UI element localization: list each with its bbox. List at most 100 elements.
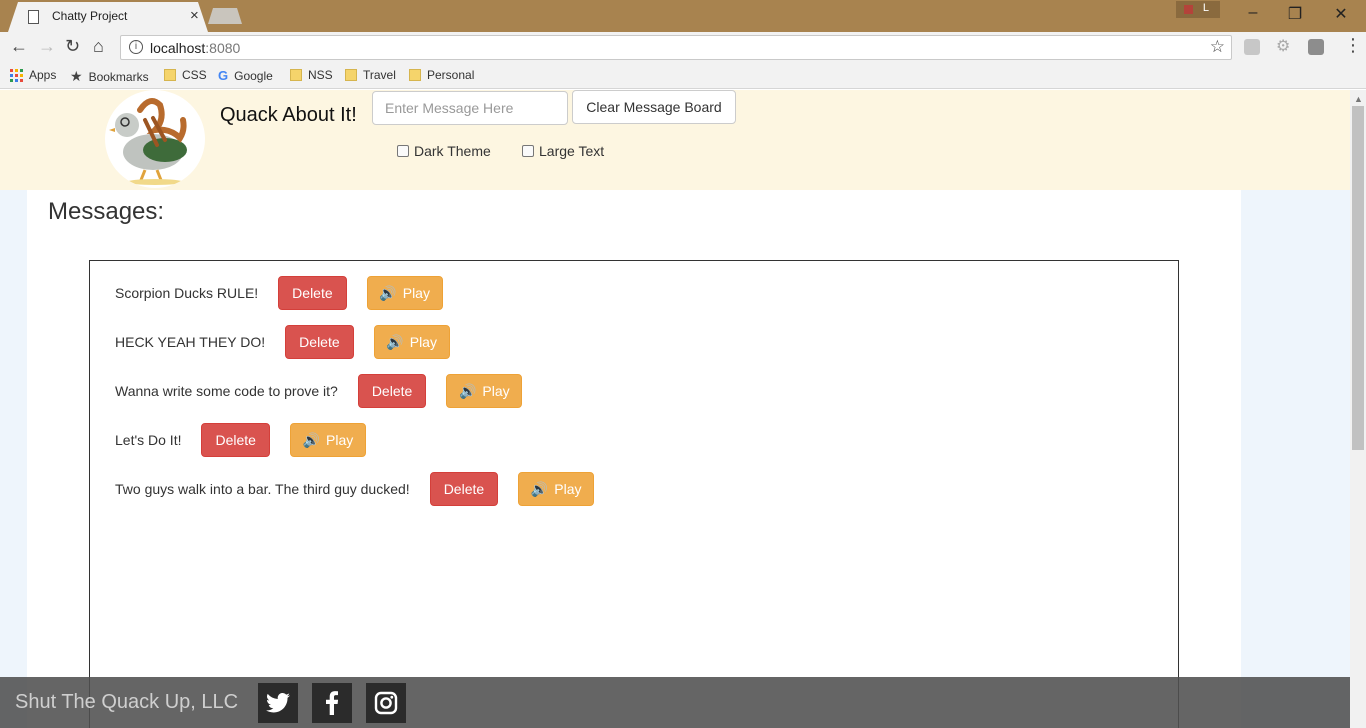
bookmarks-bar: Apps ★ Bookmarks CSS G Google NSS Travel… [0, 62, 1366, 89]
message-row: HECK YEAH THEY DO! Delete 🔊 Play [115, 325, 450, 359]
facebook-icon [326, 691, 338, 715]
dark-theme-checkbox[interactable]: Dark Theme [397, 143, 491, 159]
page-scrollbar[interactable]: ▲ [1350, 90, 1366, 728]
play-label: Play [554, 481, 582, 497]
bookmark-star-icon[interactable]: ☆ [1210, 37, 1225, 57]
play-label: Play [326, 432, 354, 448]
message-text: HECK YEAH THEY DO! [115, 334, 266, 350]
twitter-link[interactable] [258, 683, 298, 723]
play-button[interactable]: 🔊 Play [446, 374, 523, 408]
reload-icon[interactable]: ↻ [65, 36, 80, 57]
url-host: localhost [150, 40, 206, 56]
instagram-icon [374, 691, 398, 715]
menu-kebab-icon[interactable]: ⋮ [1344, 35, 1362, 56]
tab-close-icon[interactable]: × [190, 7, 199, 24]
bookmark-travel[interactable]: Travel [345, 68, 396, 82]
page-icon [28, 10, 39, 24]
play-label: Play [409, 334, 437, 350]
bookmark-nss[interactable]: NSS [290, 68, 333, 82]
forward-icon[interactable]: → [38, 36, 56, 57]
speaker-icon: 🔊 [458, 382, 477, 399]
extension-g-icon[interactable] [1244, 39, 1260, 55]
info-icon[interactable]: i [129, 40, 143, 54]
bookmark-label: Google [234, 68, 273, 83]
message-input[interactable] [372, 91, 568, 125]
bookmark-apps[interactable]: Apps [10, 68, 56, 82]
apps-grid-icon [10, 68, 23, 82]
extension-icon[interactable] [1308, 39, 1324, 55]
browser-tab[interactable]: Chatty Project × [8, 2, 208, 32]
play-button[interactable]: 🔊 Play [289, 423, 366, 457]
bookmark-google[interactable]: G Google [218, 68, 273, 83]
checkbox-box[interactable] [522, 145, 534, 157]
profile-flag-icon [1184, 5, 1193, 14]
new-tab-button[interactable] [208, 8, 242, 24]
checkbox-label: Dark Theme [414, 143, 491, 159]
bookmark-label: CSS [182, 68, 207, 82]
speaker-icon: 🔊 [302, 431, 321, 448]
scroll-up-icon[interactable]: ▲ [1354, 94, 1363, 104]
checkbox-label: Large Text [539, 143, 605, 159]
folder-icon [290, 69, 302, 81]
star-icon: ★ [70, 68, 83, 84]
browser-toolbar: ← → ↻ ⌂ i localhost:8080 ☆ ⚙ ⋮ [0, 32, 1366, 62]
bookmark-label: Personal [427, 68, 475, 82]
duck-logo [105, 90, 205, 188]
profile-button[interactable]: L [1176, 1, 1220, 18]
delete-button[interactable]: Delete [278, 276, 347, 310]
profile-initial: L [1202, 2, 1209, 14]
message-board: Scorpion Ducks RULE! Delete 🔊 Play HECK Y… [89, 260, 1179, 728]
bookmark-bookmarks[interactable]: ★ Bookmarks [70, 68, 149, 85]
bookmark-label: Bookmarks [88, 69, 149, 84]
scroll-thumb[interactable] [1352, 106, 1364, 450]
bookmark-label: NSS [308, 68, 333, 82]
bookmark-personal[interactable]: Personal [409, 68, 474, 82]
play-label: Play [402, 285, 430, 301]
play-button[interactable]: 🔊 Play [373, 325, 450, 359]
large-text-checkbox[interactable]: Large Text [522, 143, 604, 159]
back-icon[interactable]: ← [10, 36, 28, 57]
minimize-icon[interactable]: – [1230, 4, 1276, 22]
message-row: Two guys walk into a bar. The third guy … [115, 472, 595, 506]
play-label: Play [482, 383, 510, 399]
main-content: Messages: Scorpion Ducks RULE! Delete 🔊 P… [27, 190, 1241, 728]
tab-title: Chatty Project [52, 9, 128, 23]
messages-heading: Messages: [48, 198, 165, 225]
instagram-link[interactable] [366, 683, 406, 723]
folder-icon [345, 69, 357, 81]
message-text: Let's Do It! [115, 432, 182, 448]
site-header: Quack About It! Clear Message Board Dark… [0, 90, 1350, 190]
address-bar[interactable]: i localhost:8080 ☆ [120, 35, 1232, 60]
folder-icon [164, 69, 176, 81]
site-footer: Shut The Quack Up, LLC [0, 677, 1350, 728]
url-text[interactable]: localhost:8080 [150, 40, 240, 56]
clear-message-board-button[interactable]: Clear Message Board [572, 90, 736, 124]
bookmark-label: Apps [29, 68, 57, 82]
google-icon: G [218, 68, 229, 83]
delete-button[interactable]: Delete [201, 423, 270, 457]
message-row: Scorpion Ducks RULE! Delete 🔊 Play [115, 276, 443, 310]
speaker-icon: 🔊 [379, 284, 397, 301]
play-button[interactable]: 🔊 Play [366, 276, 443, 310]
twitter-icon [266, 693, 290, 713]
message-text: Wanna write some code to prove it? [115, 383, 338, 399]
window-close-icon[interactable]: ✕ [1318, 4, 1364, 24]
bookmark-css[interactable]: CSS [164, 68, 207, 82]
bookmark-label: Travel [363, 68, 396, 82]
checkbox-box[interactable] [397, 145, 409, 157]
footer-company: Shut The Quack Up, LLC [15, 691, 239, 713]
delete-button[interactable]: Delete [285, 325, 354, 359]
home-icon[interactable]: ⌂ [93, 36, 104, 57]
scorpion-duck-logo-icon [109, 98, 187, 185]
play-button[interactable]: 🔊 Play [518, 472, 595, 506]
message-row: Let's Do It! Delete 🔊 Play [115, 423, 366, 457]
settings-gear-icon[interactable]: ⚙ [1276, 36, 1292, 55]
message-text: Two guys walk into a bar. The third guy … [115, 481, 410, 497]
delete-button[interactable]: Delete [357, 374, 427, 408]
delete-button[interactable]: Delete [429, 472, 499, 506]
speaker-icon: 🔊 [530, 480, 549, 497]
message-text: Scorpion Ducks RULE! [115, 285, 259, 301]
folder-icon [409, 69, 421, 81]
restore-icon[interactable]: ❐ [1272, 4, 1318, 24]
facebook-link[interactable] [312, 683, 352, 723]
